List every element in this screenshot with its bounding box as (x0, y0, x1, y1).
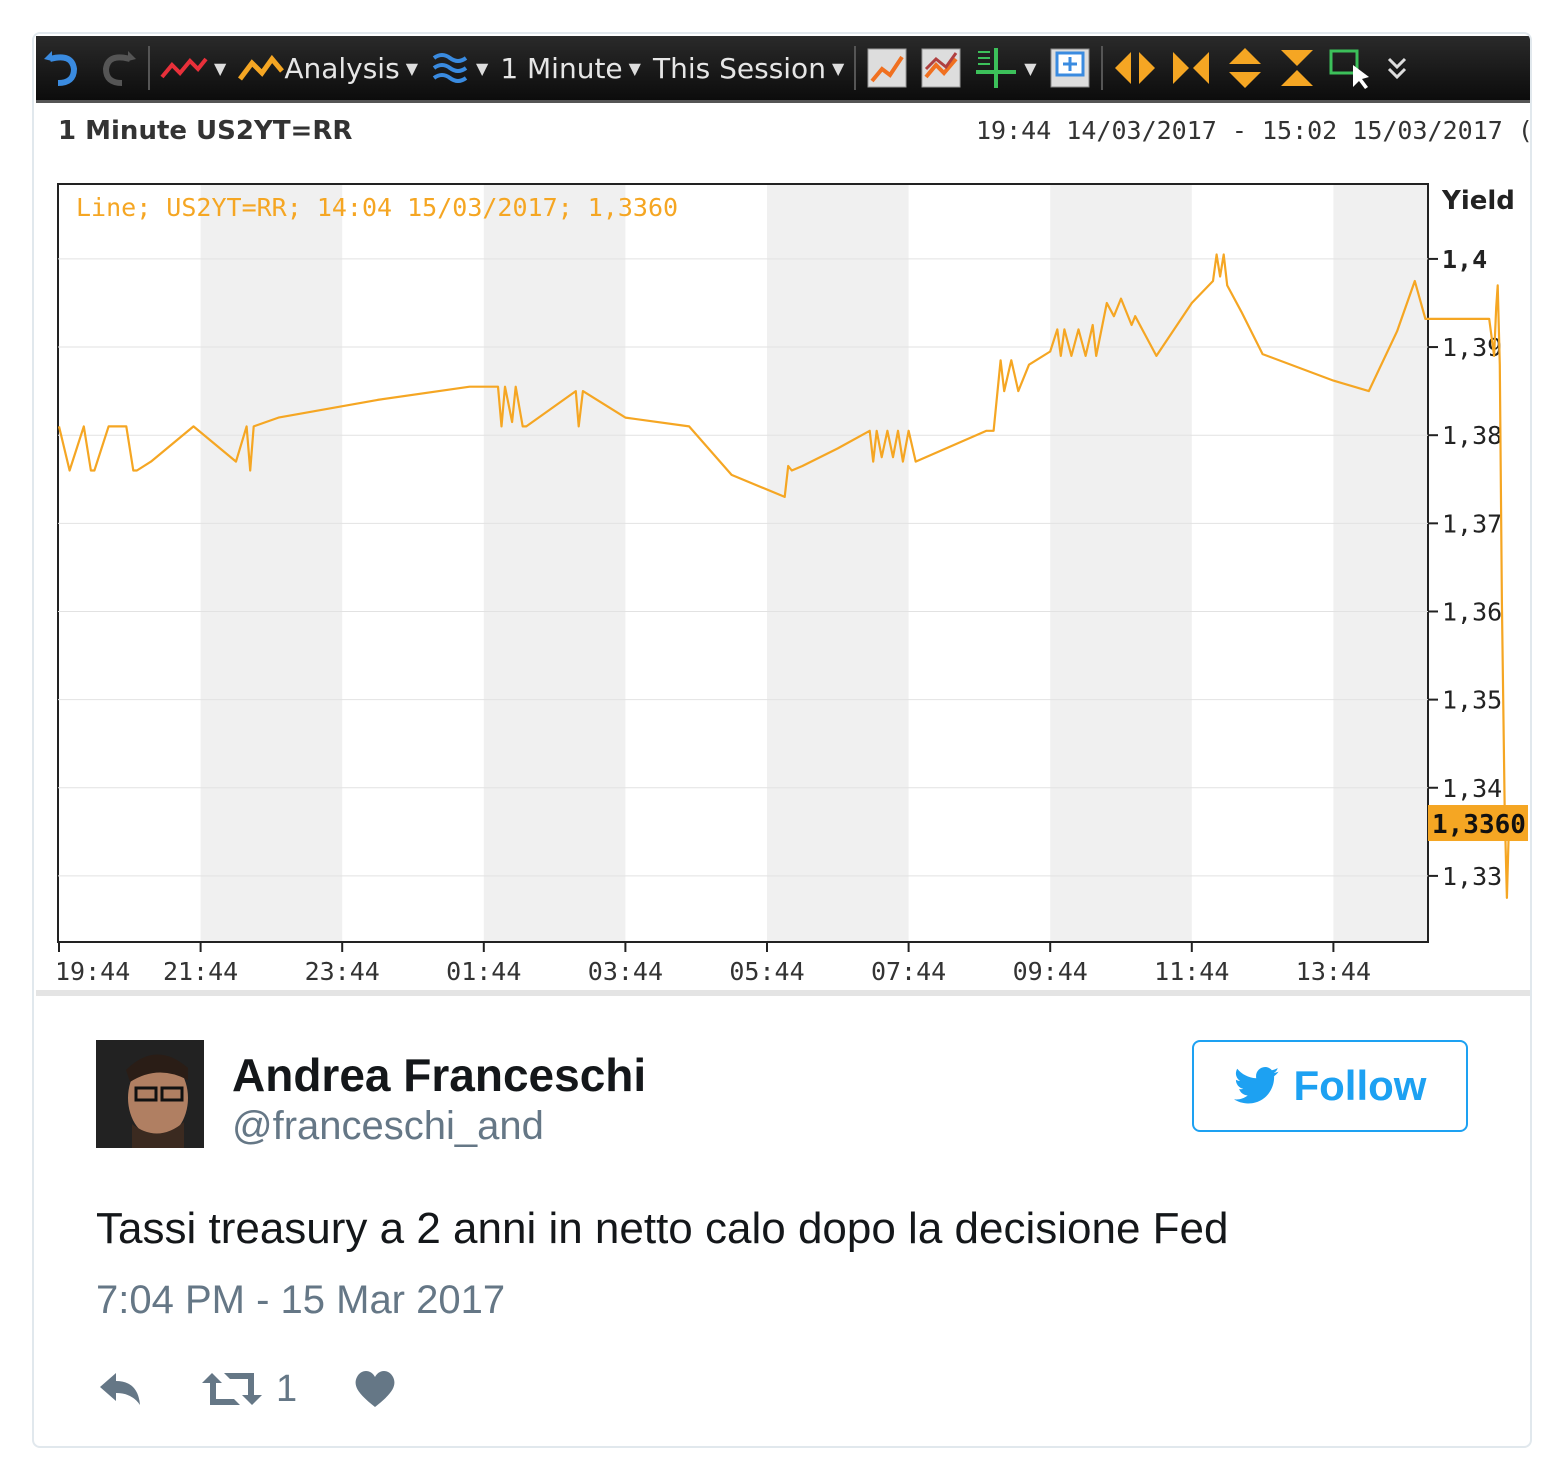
crosshair-dropdown[interactable]: ▼ (968, 36, 1042, 100)
tweet-body: Andrea Franceschi @franceschi_and Follow… (34, 998, 1530, 1446)
expand-vertical-button[interactable] (1219, 36, 1271, 100)
arrows-in-horizontal-icon (1172, 52, 1209, 84)
chart-view-button[interactable] (860, 36, 914, 100)
y-tick-label: 1,36 (1442, 597, 1502, 626)
arrows-out-horizontal-icon (1114, 52, 1155, 84)
select-button[interactable] (1323, 36, 1377, 100)
compare-icon (921, 48, 961, 88)
chart-toolbar: ▼ Analysis ▼ ▼ 1 Minute ▼ This Session ▼… (36, 36, 1530, 103)
chart-band (483, 184, 626, 942)
chart-view-icon (867, 48, 907, 88)
session-label: This Session (652, 51, 826, 85)
tweet-actions: 1 (96, 1364, 397, 1414)
chevron-down-icon: ▼ (405, 58, 418, 78)
arrows-in-vertical-icon (1280, 50, 1313, 86)
twitter-bird-icon (1233, 1067, 1279, 1104)
y-tick-label: 1,35 (1442, 686, 1502, 715)
y-tick-label: 1,38 (1442, 421, 1502, 450)
undo-button[interactable] (36, 36, 90, 100)
redo-button[interactable] (90, 36, 144, 100)
zoom-box-button[interactable] (1043, 36, 1097, 100)
y-tick-label: 1,33 (1442, 862, 1502, 891)
analysis-dropdown[interactable]: Analysis ▼ (232, 36, 424, 100)
chart-date-range: 19:44 14/03/2017 - 15:02 15/03/2017 (EST (976, 116, 1532, 145)
chart-title: 1 Minute US2YT=RR (58, 116, 353, 146)
x-tick-label: 03:44 (588, 957, 663, 986)
undo-icon (44, 51, 78, 86)
interval-dropdown[interactable]: 1 Minute ▼ (494, 36, 647, 100)
chevron-down-icon: ▼ (628, 58, 641, 78)
select-pointer-icon (1329, 49, 1369, 89)
toolbar-separator (854, 46, 857, 90)
compare-button[interactable] (914, 36, 968, 100)
studies-dropdown[interactable]: ▼ (424, 36, 494, 100)
toolbar-separator (1100, 46, 1103, 90)
y-tick-label: 1,4 (1442, 245, 1487, 274)
reply-button[interactable] (96, 1369, 144, 1409)
chart-legend: Line; US2YT=RR; 14:04 15/03/2017; 1,3360 (76, 193, 678, 222)
avatar-image (96, 1040, 204, 1148)
chevron-down-icon: ▼ (1024, 58, 1037, 78)
chart-band (1333, 184, 1428, 942)
chevron-down-icon: ▼ (214, 58, 227, 78)
collapse-horizontal-button[interactable] (1163, 36, 1219, 100)
y-tick-label: 1,37 (1442, 509, 1502, 538)
chart-type-dropdown[interactable]: ▼ (154, 36, 232, 100)
x-tick-label: 09:44 (1013, 957, 1088, 986)
x-tick-label: 11:44 (1154, 957, 1229, 986)
chevron-down-icon: ▼ (476, 58, 489, 78)
y-axis-label: Yield (1441, 186, 1515, 216)
yield-chart[interactable]: 1,41,391,381,371,361,351,341,33Yield19:4… (36, 104, 1532, 990)
x-tick-label: 07:44 (871, 957, 946, 986)
author-handle[interactable]: @franceschi_and (232, 1104, 544, 1149)
retweet-button[interactable]: 1 (202, 1368, 297, 1411)
arrows-out-vertical-icon (1228, 48, 1261, 88)
session-dropdown[interactable]: This Session ▼ (647, 36, 850, 100)
interval-label: 1 Minute (500, 51, 623, 85)
last-value-label: 1,3360 (1432, 810, 1526, 840)
x-tick-label: 13:44 (1296, 957, 1371, 986)
chart-divider (36, 990, 1530, 996)
tweet-card: ▼ Analysis ▼ ▼ 1 Minute ▼ This Session ▼… (32, 32, 1532, 1448)
x-tick-label: 23:44 (305, 957, 380, 986)
chevron-down-icon: ▼ (831, 58, 845, 78)
x-tick-label: 21:44 (163, 957, 238, 986)
zoom-box-icon (1050, 48, 1090, 88)
double-chevron-down-icon (1387, 57, 1406, 80)
like-button[interactable] (353, 1369, 397, 1409)
tweet-timestamp[interactable]: 7:04 PM - 15 Mar 2017 (96, 1278, 505, 1323)
avatar[interactable] (96, 1040, 204, 1148)
collapse-vertical-button[interactable] (1271, 36, 1323, 100)
toolbar-separator (148, 46, 150, 90)
author-name[interactable]: Andrea Franceschi (232, 1048, 646, 1102)
analysis-label: Analysis (284, 51, 400, 85)
follow-button[interactable]: Follow (1192, 1040, 1468, 1132)
crosshair-icon (976, 48, 1017, 88)
expand-horizontal-button[interactable] (1107, 36, 1163, 100)
reply-icon (100, 1373, 140, 1405)
chart-band (200, 184, 343, 942)
x-tick-label: 05:44 (729, 957, 804, 986)
chart-band (767, 184, 909, 942)
x-tick-label: 19:44 (55, 957, 130, 986)
chart-panel: 1,4 1,39 1,38 1,37 1,36 1,35 1,34 1,33 Yield 19:4… (36, 104, 1532, 996)
redo-icon (102, 51, 136, 86)
more-options-button[interactable] (1377, 36, 1417, 100)
retweet-count: 1 (276, 1367, 298, 1410)
x-tick-label: 01:44 (446, 957, 521, 986)
tweet-text: Tassi treasury a 2 anni in netto calo do… (96, 1204, 1229, 1253)
retweet-icon (202, 1373, 262, 1405)
line-chart-icon (160, 57, 208, 79)
waves-icon (432, 53, 468, 83)
analysis-icon (238, 54, 285, 81)
y-tick-label: 1,34 (1442, 774, 1502, 803)
heart-icon (355, 1371, 395, 1407)
follow-label: Follow (1293, 1062, 1427, 1109)
